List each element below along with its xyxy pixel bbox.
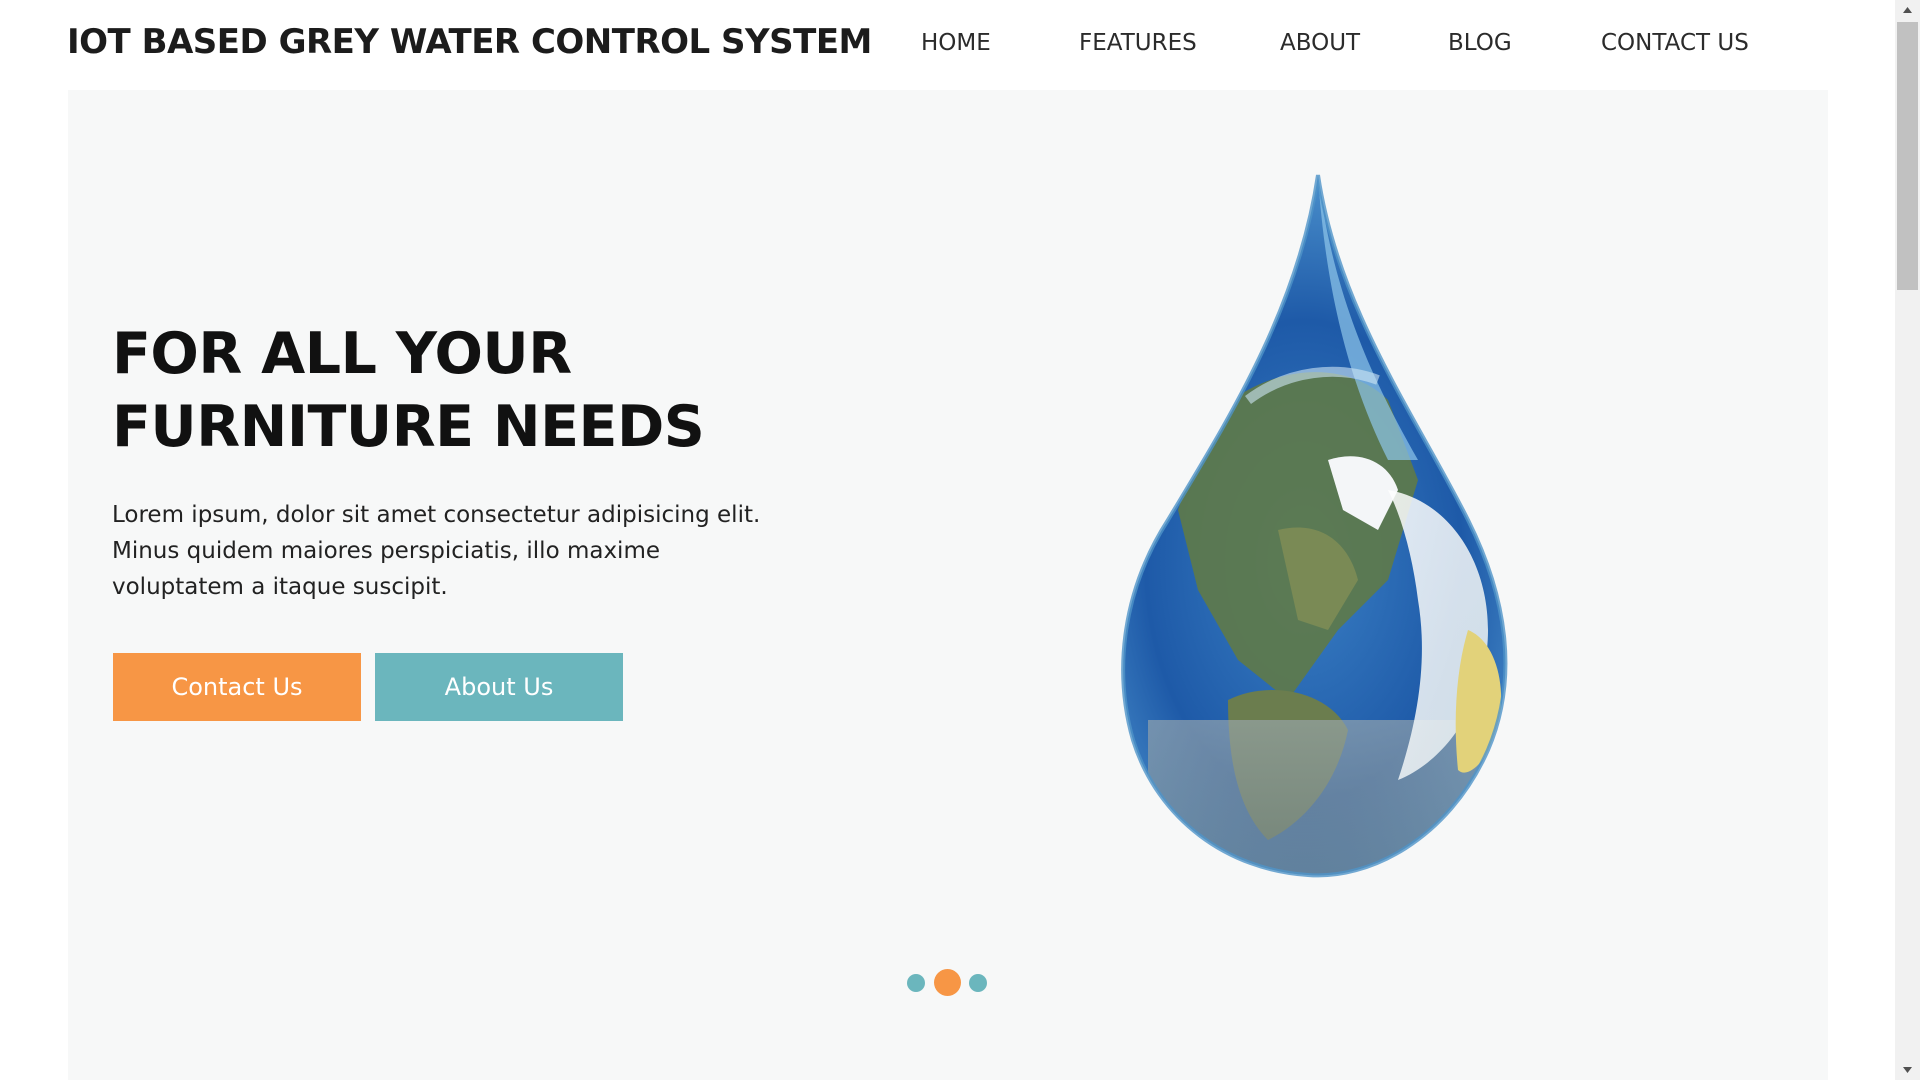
scroll-up-arrow-icon[interactable] <box>1895 0 1920 20</box>
hero-description-line: Minus quidem maiores perspiciatis, illo … <box>112 538 661 564</box>
nav-blog[interactable]: BLOG <box>1448 30 1512 56</box>
hero-heading: FOR ALL YOUR FURNITURE NEEDS <box>112 318 812 464</box>
nav-features[interactable]: FEATURES <box>1079 30 1197 56</box>
hero-description-line: voluptatem a itaque suscipit. <box>112 574 448 600</box>
contact-us-button[interactable]: Contact Us <box>113 653 361 721</box>
hero-description-line: Lorem ipsum, dolor sit amet consectetur … <box>112 502 761 528</box>
vertical-scrollbar[interactable] <box>1895 0 1920 1080</box>
site-header: IOT BASED GREY WATER CONTROL SYSTEM HOME… <box>0 0 1895 90</box>
nav-contact-us[interactable]: CONTACT US <box>1601 30 1749 56</box>
scrollbar-thumb[interactable] <box>1897 22 1918 290</box>
page: IOT BASED GREY WATER CONTROL SYSTEM HOME… <box>0 0 1920 1080</box>
carousel-dot-1[interactable] <box>907 974 925 992</box>
about-us-button[interactable]: About Us <box>375 653 623 721</box>
hero-description: Lorem ipsum, dolor sit amet consectetur … <box>112 497 812 605</box>
hero-heading-line: FOR ALL YOUR <box>112 321 572 387</box>
water-drop-earth-icon <box>1088 160 1568 890</box>
scroll-down-arrow-icon[interactable] <box>1895 1060 1920 1080</box>
site-title[interactable]: IOT BASED GREY WATER CONTROL SYSTEM <box>67 22 872 62</box>
carousel-dot-2-active[interactable] <box>934 969 961 996</box>
nav-home[interactable]: HOME <box>921 30 991 56</box>
carousel-dot-3[interactable] <box>969 974 987 992</box>
hero-section: FOR ALL YOUR FURNITURE NEEDS Lorem ipsum… <box>68 90 1828 1080</box>
nav-about[interactable]: ABOUT <box>1280 30 1360 56</box>
hero-heading-line: FURNITURE NEEDS <box>112 394 705 460</box>
